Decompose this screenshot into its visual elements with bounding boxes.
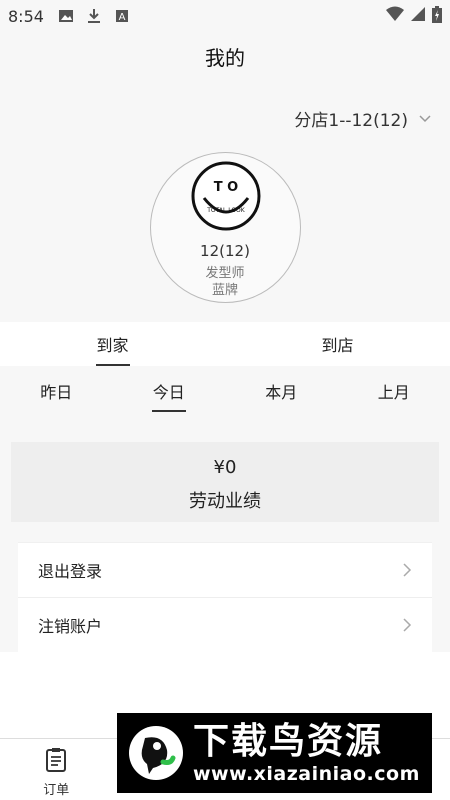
delete-account-button[interactable]: 注销账户 [18,597,432,652]
period-tabs: 昨日 今日 本月 上月 [0,368,450,414]
tab-label: 本月 [265,383,298,402]
a-box-icon: A [114,8,130,24]
tab-label: 到店 [321,336,354,355]
chevron-right-icon [403,563,412,577]
watermark-banner: 下载鸟资源 www.xiazainiao.com [117,713,432,793]
watermark-url: www.xiazainiao.com [193,763,420,785]
bird-logo-icon [129,726,183,780]
performance-card: ¥0 劳动业绩 [11,442,439,522]
tab-yesterday[interactable]: 昨日 [0,368,113,414]
signal-icon [410,6,426,26]
svg-text:A: A [119,12,126,23]
order-icon [46,748,67,772]
tab-label: 昨日 [40,383,73,402]
performance-label: 劳动业绩 [189,491,261,512]
store-selector[interactable]: 分店1--12(12) [294,106,432,131]
store-selector-label: 分店1--12(12) [294,111,408,131]
tab-label: 上月 [377,383,410,402]
chevron-right-icon [403,618,412,632]
tab-in-store[interactable]: 到店 [225,322,450,366]
wifi-icon [386,6,404,26]
download-icon [86,8,102,24]
tab-label: 今日 [152,383,185,402]
battery-icon [432,5,442,27]
user-level: 蓝牌 [211,283,238,298]
status-time: 8:54 [8,6,44,26]
status-bar: 8:54 A [0,0,450,32]
logout-button[interactable]: 退出登录 [18,542,432,597]
svg-text:TOTAL LOOK: TOTAL LOOK [206,207,246,214]
chevron-down-icon [419,114,431,122]
tab-this-month[interactable]: 本月 [225,368,338,414]
page-title: 我的 [205,46,245,70]
tab-last-month[interactable]: 上月 [338,368,450,414]
menu-item-label: 注销账户 [38,617,103,636]
nav-item-orders[interactable]: 订单 [0,739,113,800]
total-look-logo-icon: T O TOTAL LOOK [191,161,261,231]
tab-home-service[interactable]: 到家 [0,322,225,366]
service-tabs: 到家 到店 [0,322,450,366]
tab-label: 到家 [96,336,129,355]
performance-value: ¥0 [213,457,237,478]
image-icon [58,8,74,24]
watermark-title: 下载鸟资源 [193,721,384,762]
svg-text:T O: T O [214,180,238,195]
user-id: 12(12) [200,242,250,260]
tab-today[interactable]: 今日 [113,368,226,414]
menu-item-label: 退出登录 [38,562,103,581]
settings-menu: 退出登录 注销账户 [18,542,432,652]
nav-item-label: 订单 [43,783,70,798]
